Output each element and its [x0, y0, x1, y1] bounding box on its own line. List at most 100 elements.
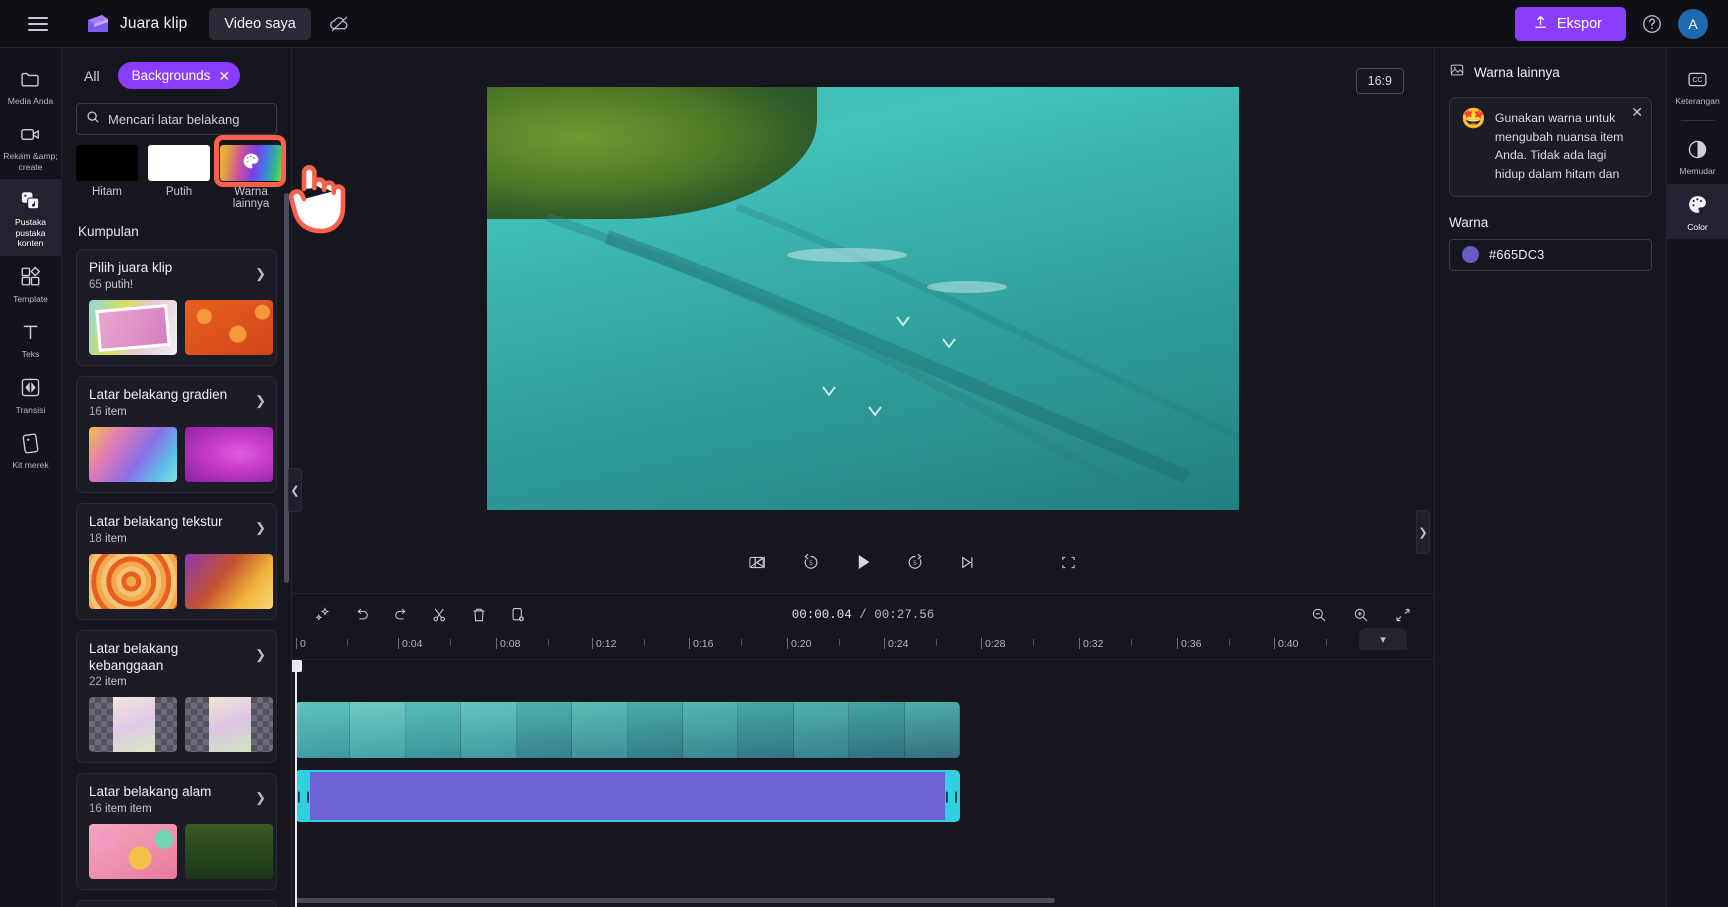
clip-trim-handle-right[interactable]: ❙❙: [942, 772, 961, 820]
thumbnail[interactable]: [185, 697, 273, 753]
ruler-tick-label: 0:16: [693, 638, 714, 650]
chip-all[interactable]: All: [76, 64, 108, 88]
thumbnail[interactable]: [185, 299, 273, 355]
timeline: 00:00.04 / 00:27.56 0 0:04 0:08 0:12 0:1…: [292, 593, 1434, 907]
thumbnail[interactable]: [185, 426, 273, 482]
right-rail-item-captions[interactable]: CC Keterangan: [1667, 58, 1728, 113]
image-icon: [1449, 62, 1465, 83]
aspect-ratio-label: 16:9: [1367, 74, 1392, 88]
sidebar-item-text[interactable]: Teks: [0, 311, 62, 366]
scissors-icon[interactable]: [427, 602, 453, 628]
video-preview[interactable]: [487, 87, 1239, 510]
thumbnail[interactable]: [89, 824, 177, 880]
collection-head: Pilih juara klip 65 putih!: [89, 260, 276, 291]
search-box[interactable]: [76, 103, 277, 135]
chevron-right-icon[interactable]: ❯: [255, 647, 266, 663]
chevron-right-icon[interactable]: ❯: [255, 790, 266, 806]
collection-head: Latar belakang alam 16 item item: [89, 784, 276, 815]
sidebar-item-content-library[interactable]: Pustaka pustaka konten: [0, 179, 62, 256]
timeline-horizontal-scrollbar[interactable]: [295, 898, 1055, 903]
help-circle-icon[interactable]: [1639, 11, 1665, 37]
right-rail-item-fade[interactable]: Memudar: [1667, 128, 1728, 183]
collection-card[interactable]: Latar belakang kebanggaan 22 item ❯: [76, 629, 277, 764]
captions-off-icon[interactable]: [742, 548, 770, 576]
trash-icon[interactable]: [466, 602, 492, 628]
content-library-panel: All Backgrounds ✕ Mencari latar belakang…: [62, 48, 302, 907]
sidebar-item-brand-kit[interactable]: Kit merek: [0, 422, 62, 477]
thumbnail[interactable]: [89, 553, 177, 609]
timeline-tracks: ❙❙ ❙❙: [292, 660, 1434, 907]
zoom-in-icon[interactable]: [1348, 602, 1374, 628]
duplicate-icon[interactable]: [505, 602, 531, 628]
collection-card[interactable]: Latar belakang alam 16 item item ❯: [76, 773, 277, 891]
preview-wrapper: [292, 48, 1434, 531]
thumbnail[interactable]: [89, 299, 177, 355]
hamburger-icon[interactable]: [21, 7, 55, 41]
swatch-label: Putih: [165, 186, 193, 198]
close-icon[interactable]: ✕: [1631, 105, 1643, 119]
sidebar-item-record-create[interactable]: Rekam &amp; create: [0, 113, 62, 179]
folder-icon: [19, 67, 43, 91]
right-rail-item-color[interactable]: Color: [1666, 183, 1728, 240]
playhead[interactable]: [292, 660, 302, 907]
search-input[interactable]: [108, 111, 267, 127]
cloud-off-icon[interactable]: [325, 9, 355, 39]
color-clip[interactable]: ❙❙ ❙❙: [294, 770, 961, 822]
collapse-timeline-button[interactable]: ▾: [1359, 628, 1407, 650]
next-frame-button[interactable]: [952, 547, 982, 577]
thumbnail[interactable]: [89, 697, 177, 753]
thumbnail[interactable]: [185, 824, 273, 880]
brand[interactable]: Juara klip: [85, 13, 187, 35]
collapse-panel-button[interactable]: ❮: [288, 468, 302, 512]
collection-thumbs: [89, 824, 276, 880]
total-time: 00:27.56: [874, 608, 935, 622]
export-button[interactable]: Ekspor: [1514, 6, 1626, 41]
ruler-tick-label: 0:20: [791, 638, 812, 650]
swatch-label: Warna lainnya: [232, 186, 270, 210]
collection-card[interactable]: Latar belakang tekstur 18 item ❯: [76, 502, 277, 620]
play-button[interactable]: [848, 547, 878, 577]
aspect-ratio-button[interactable]: 16:9: [1355, 68, 1404, 94]
ruler-tick-label: 0: [300, 638, 306, 650]
thumbnail[interactable]: [185, 553, 273, 609]
panel-scrollbar[interactable]: [284, 193, 289, 583]
fit-timeline-icon[interactable]: [1390, 602, 1416, 628]
sidebar-item-transitions[interactable]: Transisi: [0, 367, 62, 422]
timeline-ruler[interactable]: 0 0:04 0:08 0:12 0:16 0:20 0:24 0:28 0:3…: [292, 636, 1434, 660]
ruler-tick-label: 0:12: [596, 638, 617, 650]
collection-card[interactable]: 3D backgrounds: [76, 900, 277, 907]
sidebar-item-label: Teks: [21, 349, 40, 360]
sidebar-item-template[interactable]: Template: [0, 256, 62, 311]
rewind-5s-button[interactable]: 5: [796, 547, 826, 577]
forward-5s-button[interactable]: 5: [900, 547, 930, 577]
fullscreen-icon[interactable]: [1054, 548, 1082, 576]
redo-icon[interactable]: [388, 602, 414, 628]
collection-card[interactable]: Pilih juara klip 65 putih! ❯: [76, 249, 277, 366]
avatar[interactable]: A: [1678, 8, 1708, 39]
magic-icon[interactable]: [310, 602, 336, 628]
color-hex-value: #665DC3: [1489, 247, 1545, 263]
chevron-right-icon[interactable]: ❯: [255, 393, 266, 409]
clip-trim-handle-left[interactable]: ❙❙: [294, 772, 313, 820]
zoom-out-icon[interactable]: [1306, 602, 1332, 628]
thumbnail[interactable]: [89, 426, 177, 482]
chip-backgrounds[interactable]: Backgrounds ✕: [117, 62, 241, 89]
swatch-more-colors[interactable]: Warna lainnya: [220, 145, 282, 210]
close-icon[interactable]: ✕: [218, 69, 230, 83]
video-clip[interactable]: [295, 702, 960, 758]
collection-card[interactable]: Latar belakang gradien 16 item ❯: [76, 375, 277, 493]
swatch-white[interactable]: Putih: [148, 145, 210, 210]
collection-head: Latar belakang kebanggaan 22 item: [89, 641, 276, 689]
undo-icon[interactable]: [349, 602, 375, 628]
swatch-black[interactable]: Hitam: [76, 145, 138, 210]
my-videos-button[interactable]: Video saya: [209, 7, 311, 40]
topbar-actions: Ekspor A: [1514, 6, 1716, 41]
chevron-right-icon[interactable]: ❯: [255, 266, 266, 282]
color-picker-field[interactable]: #665DC3: [1449, 238, 1652, 271]
collection-name: Latar belakang tekstur: [89, 513, 223, 529]
expand-panel-button[interactable]: ❯: [1416, 510, 1430, 554]
collection-count: 22 item: [89, 676, 250, 688]
chevron-right-icon[interactable]: ❯: [255, 520, 266, 536]
sidebar-item-media[interactable]: Media Anda: [0, 58, 62, 113]
ruler-tick-label: 0:28: [985, 638, 1006, 650]
